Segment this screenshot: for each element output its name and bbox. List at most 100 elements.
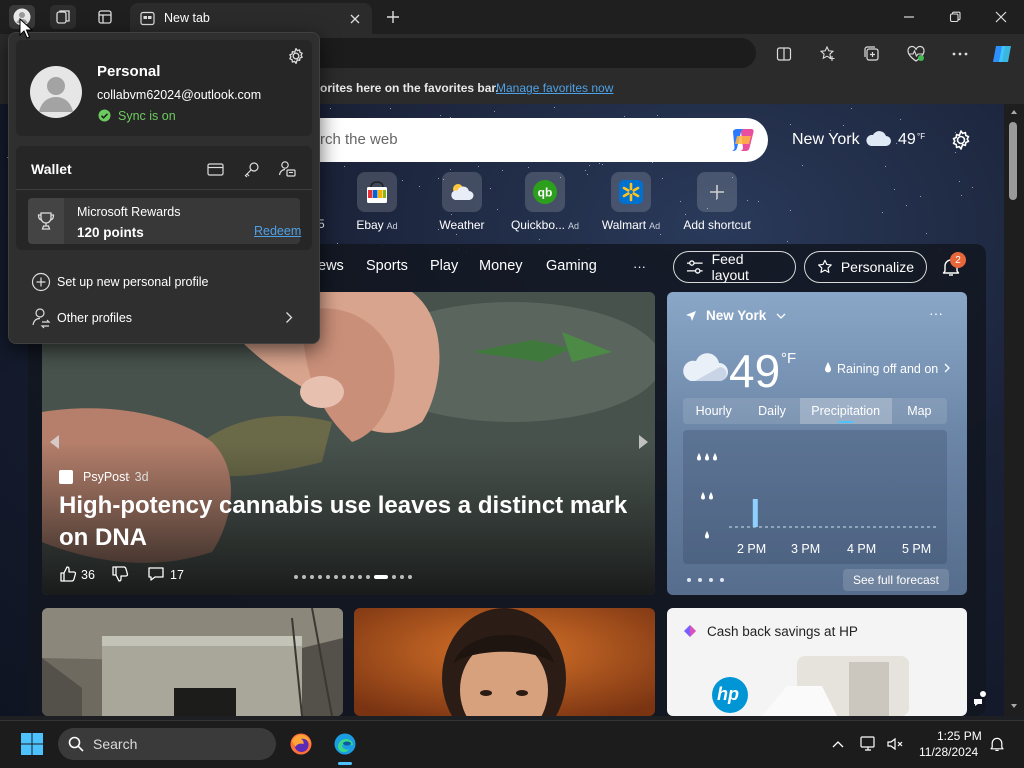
wallet-label[interactable]: Wallet <box>31 161 72 177</box>
collections-button[interactable] <box>860 42 884 66</box>
close-tab-button[interactable] <box>346 10 364 28</box>
location-label[interactable]: New York <box>792 131 860 149</box>
pager-dot[interactable] <box>698 578 702 582</box>
weather-city[interactable]: New York <box>706 308 766 323</box>
carousel-dot[interactable] <box>302 575 306 579</box>
profile-settings-button[interactable] <box>284 44 308 68</box>
workspaces-button[interactable] <box>50 5 76 29</box>
scroll-up-arrow-icon[interactable] <box>1011 110 1017 114</box>
start-button[interactable] <box>18 730 46 758</box>
browser-essentials-button[interactable] <box>904 42 928 66</box>
firefox-taskbar-button[interactable] <box>286 728 316 760</box>
tab-daily[interactable]: Daily <box>744 398 799 424</box>
shortcut-walmart[interactable]: Walmart Ad <box>593 172 669 232</box>
edge-taskbar-button[interactable] <box>330 728 360 760</box>
payment-methods-button[interactable] <box>203 157 227 181</box>
shortcut-quickbooks[interactable]: qb Quickbo... Ad <box>507 172 583 232</box>
passwords-button[interactable] <box>239 157 263 181</box>
carousel-dot[interactable] <box>334 575 338 579</box>
temperature-value: 49 <box>898 131 916 148</box>
redeem-link[interactable]: Redeem <box>254 224 301 238</box>
carousel-dot[interactable] <box>358 575 362 579</box>
carousel-dot-active[interactable] <box>374 575 388 579</box>
volume-button[interactable] <box>884 733 906 755</box>
see-full-forecast-button[interactable]: See full forecast <box>843 569 949 591</box>
article-card[interactable] <box>42 608 343 716</box>
carousel-dot[interactable] <box>318 575 322 579</box>
pager-dot[interactable] <box>720 578 724 582</box>
nav-more-button[interactable]: ··· <box>633 259 646 274</box>
show-hidden-icons-button[interactable] <box>828 734 848 754</box>
restore-button[interactable] <box>942 6 968 28</box>
sync-status[interactable]: Sync is on <box>118 109 176 123</box>
copilot-button[interactable] <box>988 40 1016 68</box>
notification-center-button[interactable] <box>986 733 1008 755</box>
favorites-bar-hint: orites here on the favorites bar. <box>320 81 499 95</box>
taskbar-search-placeholder: Search <box>93 736 138 752</box>
shortcut-ebay[interactable]: Ebay Ad <box>339 172 415 232</box>
weather-more-button[interactable]: ··· <box>929 305 943 321</box>
profile-avatar[interactable] <box>30 66 82 118</box>
nav-gaming[interactable]: Gaming <box>546 258 597 274</box>
personal-info-button[interactable] <box>275 157 299 181</box>
weather-condition[interactable]: Raining off and on <box>837 362 938 376</box>
carousel-dot[interactable] <box>294 575 298 579</box>
weather-card[interactable]: New York ··· 49 °F Raining off and on Ho… <box>667 292 967 595</box>
article-source[interactable]: PsyPost <box>83 470 129 484</box>
tab-map[interactable]: Map <box>892 398 947 424</box>
favorites-button[interactable] <box>816 42 840 66</box>
nav-play[interactable]: Play <box>430 258 458 274</box>
carousel-dot[interactable] <box>400 575 404 579</box>
pager-dot[interactable] <box>709 578 713 582</box>
shortcut-weather[interactable]: Weather <box>424 172 500 232</box>
split-screen-button[interactable] <box>772 42 796 66</box>
like-button[interactable] <box>58 564 78 584</box>
page-settings-button[interactable] <box>946 126 976 154</box>
taskbar-time[interactable]: 1:25 PM <box>937 729 982 743</box>
promo-card[interactable]: Cash back savings at HP hp <box>667 608 967 716</box>
carousel-dot[interactable] <box>408 575 412 579</box>
carousel-dot[interactable] <box>392 575 396 579</box>
web-search-box[interactable]: rch the web <box>298 118 768 162</box>
feed-layout-button[interactable]: Feed layout <box>673 251 796 283</box>
close-icon <box>350 14 360 24</box>
network-status-button[interactable] <box>858 733 880 755</box>
scrollbar-thumb[interactable] <box>1009 122 1017 200</box>
settings-and-more-button[interactable] <box>948 42 972 66</box>
promo-title[interactable]: Cash back savings at HP <box>707 624 858 639</box>
nav-money[interactable]: Money <box>479 258 523 274</box>
nav-news[interactable]: ews <box>318 258 344 274</box>
article-card[interactable] <box>354 608 655 716</box>
taskbar-date[interactable]: 11/28/2024 <box>919 745 978 759</box>
vertical-tabs-button[interactable] <box>92 5 118 29</box>
feedback-button[interactable] <box>970 688 990 708</box>
taskbar-search[interactable]: Search <box>58 728 276 760</box>
manage-favorites-link[interactable]: Manage favorites now <box>496 81 613 95</box>
tab-new-tab[interactable]: New tab <box>130 3 372 34</box>
carousel-dot[interactable] <box>310 575 314 579</box>
comment-button[interactable] <box>146 564 166 584</box>
close-window-button[interactable] <box>988 6 1014 28</box>
tab-hourly[interactable]: Hourly <box>683 398 744 424</box>
copilot-search-button[interactable] <box>728 126 758 154</box>
carousel-prev-button[interactable] <box>48 432 62 452</box>
vertical-scrollbar[interactable] <box>1004 104 1024 716</box>
minimize-button[interactable] <box>896 6 922 28</box>
chevron-up-icon <box>832 741 844 748</box>
carousel-dot[interactable] <box>366 575 370 579</box>
carousel-dot[interactable] <box>326 575 330 579</box>
nav-sports[interactable]: Sports <box>366 258 408 274</box>
personalize-button[interactable]: Personalize <box>804 251 927 283</box>
tab-precipitation[interactable]: Precipitation <box>799 398 892 424</box>
dislike-button[interactable] <box>110 564 130 584</box>
sync-check-icon <box>98 109 111 122</box>
scroll-down-arrow-icon[interactable] <box>1011 704 1017 708</box>
carousel-next-button[interactable] <box>636 432 650 452</box>
carousel-dot[interactable] <box>342 575 346 579</box>
carousel-dot[interactable] <box>350 575 354 579</box>
new-tab-button[interactable] <box>382 6 404 28</box>
pager-dot[interactable] <box>687 578 691 582</box>
add-shortcut-button[interactable]: Add shortcut <box>679 172 755 232</box>
article-headline[interactable]: High-potency cannabis use leaves a disti… <box>59 490 644 554</box>
address-bar[interactable] <box>300 38 756 68</box>
